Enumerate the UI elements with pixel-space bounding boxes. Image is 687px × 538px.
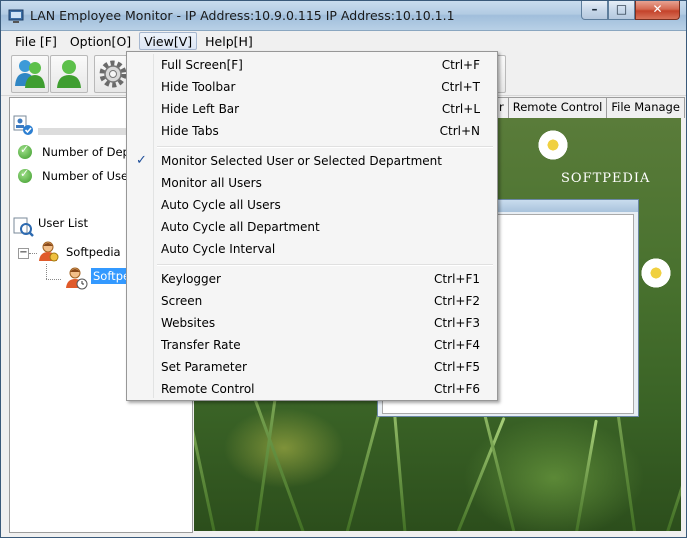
- menu-item-label: Set Parameter: [161, 360, 247, 374]
- menu-item-auto-cycle-interval[interactable]: Auto Cycle Interval: [130, 238, 494, 260]
- menu-item-full-screen[interactable]: Full Screen[F] Ctrl+F: [130, 54, 494, 76]
- grass-blade: [574, 419, 598, 531]
- menu-item-monitor-selected[interactable]: ✓ Monitor Selected User or Selected Depa…: [130, 150, 494, 172]
- menu-item-label: Screen: [161, 294, 203, 308]
- close-icon: ✕: [652, 2, 663, 16]
- softpedia-watermark: SOFTPEDIA: [561, 171, 651, 186]
- checkmark-icon: ✓: [136, 153, 147, 168]
- menu-item-label: Auto Cycle all Department: [161, 220, 320, 234]
- user-list-label: User List: [38, 216, 88, 230]
- menu-item-keylogger[interactable]: Keylogger Ctrl+F1: [130, 268, 494, 290]
- menu-item-label: Websites: [161, 316, 216, 330]
- window-title: LAN Employee Monitor - IP Address:10.9.0…: [30, 8, 455, 23]
- menu-help[interactable]: Help[H]: [200, 32, 258, 50]
- user-search-icon: [13, 217, 34, 237]
- menu-item-hide-toolbar[interactable]: Hide Toolbar Ctrl+T: [130, 76, 494, 98]
- users-icon: [15, 60, 45, 88]
- menu-bar: File [F] Option[O] View[V] Help[H]: [1, 31, 686, 51]
- menu-item-label: Auto Cycle all Users: [161, 198, 281, 212]
- add-department-button[interactable]: [11, 55, 49, 93]
- menu-separator: [157, 146, 493, 148]
- main-window: LAN Employee Monitor - IP Address:10.9.0…: [0, 0, 687, 538]
- menu-item-auto-cycle-users[interactable]: Auto Cycle all Users: [130, 194, 494, 216]
- menu-item-shortcut: Ctrl+F: [441, 58, 480, 72]
- menu-item-label: Transfer Rate: [161, 338, 241, 352]
- menu-item-label: Auto Cycle Interval: [161, 242, 276, 256]
- menu-item-shortcut: Ctrl+F6: [434, 382, 480, 396]
- menu-separator: [157, 264, 493, 266]
- monitored-user-icon: [66, 267, 88, 290]
- menu-item-shortcut: Ctrl+F1: [434, 272, 480, 286]
- maximize-button[interactable]: □: [608, 1, 635, 20]
- app-icon: [8, 9, 24, 23]
- tree-connector: [46, 264, 47, 279]
- view-menu-dropdown: Full Screen[F] Ctrl+F Hide Toolbar Ctrl+…: [126, 51, 498, 401]
- menu-item-transfer-rate[interactable]: Transfer Rate Ctrl+F4: [130, 334, 494, 356]
- menu-item-hide-tabs[interactable]: Hide Tabs Ctrl+N: [130, 120, 494, 142]
- menu-item-label: Monitor all Users: [161, 176, 262, 190]
- menu-item-websites[interactable]: Websites Ctrl+F3: [130, 312, 494, 334]
- add-user-button[interactable]: [50, 55, 88, 93]
- menu-item-shortcut: Ctrl+N: [439, 124, 480, 138]
- department-icon: [13, 115, 33, 135]
- daisy-flower: [536, 128, 570, 162]
- menu-item-shortcut: Ctrl+L: [441, 102, 480, 116]
- menu-item-set-parameter[interactable]: Set Parameter Ctrl+F5: [130, 356, 494, 378]
- menu-item-monitor-all-users[interactable]: Monitor all Users: [130, 172, 494, 194]
- tree-connector: [29, 253, 37, 254]
- menu-item-label: Monitor Selected User or Selected Depart…: [161, 154, 442, 168]
- maximize-icon: □: [615, 2, 628, 16]
- daisy-flower: [639, 256, 673, 290]
- tab-strip: r Remote Control File Manage: [494, 97, 685, 118]
- title-bar[interactable]: LAN Employee Monitor - IP Address:10.9.0…: [1, 1, 686, 31]
- tree-root-softpedia[interactable]: Softpedia: [66, 245, 121, 259]
- menu-item-shortcut: Ctrl+F3: [434, 316, 480, 330]
- menu-view[interactable]: View[V]: [139, 32, 198, 50]
- user-icon: [57, 60, 81, 88]
- check-icon: [18, 167, 32, 183]
- menu-item-screen[interactable]: Screen Ctrl+F2: [130, 290, 494, 312]
- menu-item-auto-cycle-department[interactable]: Auto Cycle all Department: [130, 216, 494, 238]
- menu-item-label: Hide Tabs: [161, 124, 219, 138]
- tree-child-softpedia[interactable]: Softpedia: [91, 268, 127, 284]
- check-icon: [18, 143, 32, 159]
- tree-connector: [46, 279, 61, 280]
- minimize-icon: –: [591, 2, 598, 16]
- tab-remote-control[interactable]: Remote Control: [507, 97, 608, 118]
- minimize-button[interactable]: –: [581, 1, 608, 20]
- close-button[interactable]: ✕: [635, 1, 680, 20]
- menu-item-shortcut: Ctrl+F5: [434, 360, 480, 374]
- menu-item-hide-left-bar[interactable]: Hide Left Bar Ctrl+L: [130, 98, 494, 120]
- menu-item-label: Hide Toolbar: [161, 80, 236, 94]
- menu-item-remote-control[interactable]: Remote Control Ctrl+F6: [130, 378, 494, 400]
- menu-option[interactable]: Option[O]: [65, 32, 136, 50]
- menu-item-label: Remote Control: [161, 382, 255, 396]
- menu-file[interactable]: File [F]: [10, 32, 62, 50]
- menu-item-shortcut: Ctrl+T: [441, 80, 480, 94]
- tab-file-manage[interactable]: File Manage: [606, 97, 685, 118]
- menu-item-shortcut: Ctrl+F4: [434, 338, 480, 352]
- menu-item-shortcut: Ctrl+F2: [434, 294, 480, 308]
- menu-item-label: Full Screen[F]: [161, 58, 243, 72]
- group-user-icon: [39, 241, 59, 262]
- menu-item-label: Keylogger: [161, 272, 221, 286]
- tree-collapse-toggle[interactable]: −: [18, 248, 29, 259]
- menu-item-label: Hide Left Bar: [161, 102, 240, 116]
- grass-blade: [664, 347, 681, 531]
